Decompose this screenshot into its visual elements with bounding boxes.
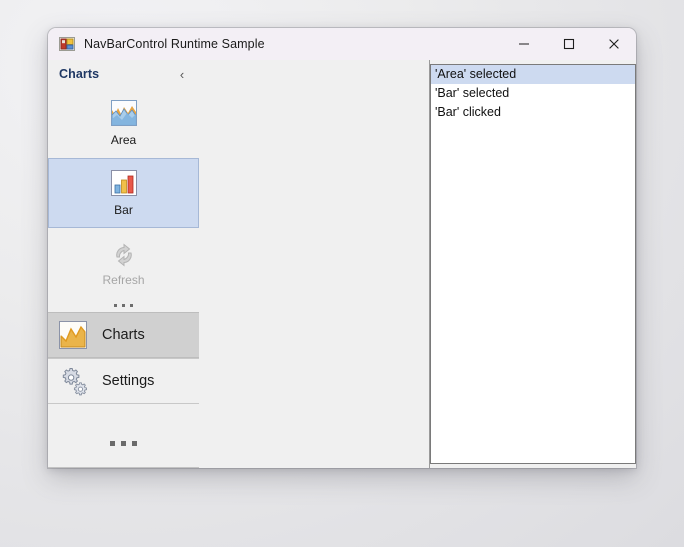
- overflow-dot-icon: [132, 441, 137, 446]
- navbar-group-label: Settings: [102, 373, 155, 389]
- list-item-text: 'Area' selected: [435, 67, 517, 81]
- navbar-item-bar[interactable]: Bar: [48, 158, 199, 228]
- line-chart-icon: [58, 320, 90, 350]
- overflow-dot-icon: [114, 303, 117, 307]
- maximize-icon: [563, 38, 574, 50]
- navbar-item-label: Refresh: [102, 272, 145, 287]
- navbar-group-label: Charts: [102, 327, 145, 343]
- navbar-item-label: Area: [110, 132, 137, 147]
- navbar-items-overflow[interactable]: [48, 298, 199, 312]
- navbar-group-charts[interactable]: Charts: [48, 312, 199, 358]
- event-log-listbox[interactable]: 'Area' selected 'Bar' selected 'Bar' cli…: [430, 64, 636, 464]
- list-item-text: 'Bar' selected: [435, 86, 510, 100]
- event-log-pane: 'Area' selected 'Bar' selected 'Bar' cli…: [430, 60, 636, 468]
- navbar-control: Charts ‹ Area Bar Refresh Charts Setting…: [48, 60, 430, 468]
- list-item[interactable]: 'Bar' selected: [431, 84, 635, 103]
- overflow-dot-icon: [121, 441, 126, 446]
- navbar-bottom-divider: [48, 467, 199, 468]
- window-controls: [501, 28, 636, 60]
- minimize-icon: [518, 43, 529, 45]
- gears-icon: [58, 366, 90, 396]
- close-icon: [608, 39, 619, 49]
- app-window: NavBarControl Runtime Sample Charts ‹ Ar…: [48, 28, 636, 468]
- close-button[interactable]: [591, 28, 636, 60]
- chevron-left-icon[interactable]: ‹: [173, 65, 191, 83]
- overflow-dot-icon: [122, 303, 125, 307]
- navbar-app-icon: [59, 36, 75, 52]
- group-caption-label: Charts: [59, 67, 100, 81]
- overflow-dot-icon: [110, 441, 115, 446]
- navbar-panel: Charts ‹ Area Bar Refresh Charts Setting…: [48, 60, 199, 468]
- navbar-item-label: Bar: [114, 202, 133, 217]
- navbar-bottom-overflow[interactable]: [48, 441, 199, 446]
- window-title: NavBarControl Runtime Sample: [84, 37, 265, 51]
- title-bar[interactable]: NavBarControl Runtime Sample: [48, 28, 636, 60]
- minimize-button[interactable]: [501, 28, 546, 60]
- navbar-group-settings[interactable]: Settings: [48, 358, 199, 404]
- maximize-button[interactable]: [546, 28, 591, 60]
- navbar-item-refresh: Refresh: [48, 228, 199, 298]
- navbar-group-caption-charts[interactable]: Charts ‹: [48, 60, 199, 88]
- navbar-item-area[interactable]: Area: [48, 88, 199, 158]
- area-chart-icon: [108, 99, 140, 130]
- list-item-text: 'Bar' clicked: [435, 105, 501, 119]
- bar-chart-icon: [108, 169, 140, 200]
- overflow-dot-icon: [130, 303, 133, 307]
- refresh-icon: [108, 240, 140, 270]
- list-item[interactable]: 'Area' selected: [431, 65, 635, 84]
- list-item[interactable]: 'Bar' clicked: [431, 103, 635, 122]
- window-body: Charts ‹ Area Bar Refresh Charts Setting…: [48, 60, 636, 468]
